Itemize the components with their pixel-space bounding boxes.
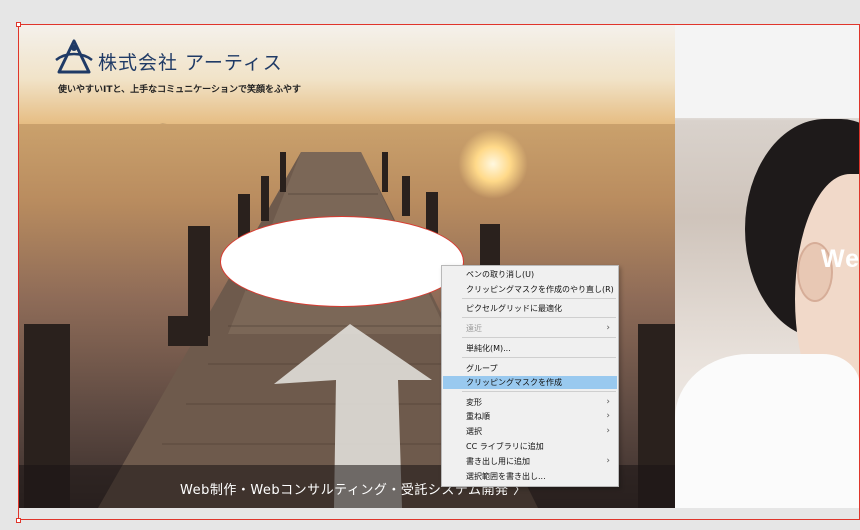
photo-shirt [675, 354, 860, 508]
menu-separator [462, 337, 616, 338]
girl-photo: We [675, 24, 860, 508]
menu-item-label: ペンの取り消し(U) [466, 270, 535, 279]
menu-item-select[interactable]: 選択 › [443, 425, 617, 438]
artboard[interactable]: We 株式会社 アーティス 使いやすいITと、上手なコミュニケーションで笑顔をふ… [18, 24, 860, 508]
context-menu: ペンの取り消し(U) クリッピングマスクを作成のやり直し(R) ピクセルグリッド… [441, 265, 619, 487]
artis-logo-icon [55, 39, 93, 74]
submenu-arrow-icon: › [606, 426, 610, 436]
selection-handle-top-left[interactable] [16, 22, 21, 27]
menu-item-group[interactable]: グループ [443, 362, 617, 375]
menu-separator [462, 357, 616, 358]
selected-ellipse-shape[interactable] [220, 216, 464, 307]
menu-item-label: 重ね順 [466, 412, 490, 421]
menu-item-label: クリッピングマスクを作成 [466, 378, 562, 387]
photo-top-background [675, 24, 860, 118]
submenu-arrow-icon: › [606, 323, 610, 333]
menu-item-transform[interactable]: 変形 › [443, 396, 617, 409]
menu-item-simplify[interactable]: 単純化(M)... [443, 342, 617, 355]
submenu-arrow-icon: › [606, 411, 610, 421]
menu-item-label: 変形 [466, 398, 482, 407]
menu-item-label: 選択 [466, 427, 482, 436]
menu-item-perspective: 遠近 › [443, 322, 617, 335]
menu-item-label: CC ライブラリに追加 [466, 442, 544, 451]
menu-item-label: 単純化(M)... [466, 344, 511, 353]
tagline: 使いやすいITと、上手なコミュニケーションで笑顔をふやす [58, 85, 301, 95]
menu-separator [462, 391, 616, 392]
menu-item-add-to-cc-library[interactable]: CC ライブラリに追加 [443, 440, 617, 453]
menu-item-arrange[interactable]: 重ね順 › [443, 410, 617, 423]
menu-item-pixel-grid[interactable]: ピクセルグリッドに最適化 [443, 302, 617, 315]
menu-separator [462, 298, 616, 299]
menu-item-make-clipping-mask[interactable]: クリッピングマスクを作成 [443, 376, 617, 389]
menu-item-label: ピクセルグリッドに最適化 [466, 304, 562, 313]
submenu-arrow-icon: › [606, 397, 610, 407]
menu-item-label: 選択範囲を書き出し... [466, 472, 546, 481]
menu-item-add-to-export[interactable]: 書き出し用に追加 › [443, 455, 617, 468]
menu-item-label: 書き出し用に追加 [466, 457, 530, 466]
menu-item-label: グループ [466, 364, 498, 373]
submenu-arrow-icon: › [606, 456, 610, 466]
menu-separator [462, 317, 616, 318]
menu-item-export-selection[interactable]: 選択範囲を書き出し... [443, 470, 617, 483]
menu-item-redo-clipping-mask[interactable]: クリッピングマスクを作成のやり直し(R) [443, 283, 617, 296]
selection-handle-bottom-left[interactable] [16, 518, 21, 523]
menu-item-label: クリッピングマスクを作成のやり直し(R) [466, 285, 614, 294]
photo-headline-text: We [821, 245, 860, 273]
menu-item-undo-pen[interactable]: ペンの取り消し(U) [443, 268, 617, 281]
company-name: 株式会社 アーティス [98, 52, 283, 74]
menu-item-label: 遠近 [466, 324, 482, 333]
